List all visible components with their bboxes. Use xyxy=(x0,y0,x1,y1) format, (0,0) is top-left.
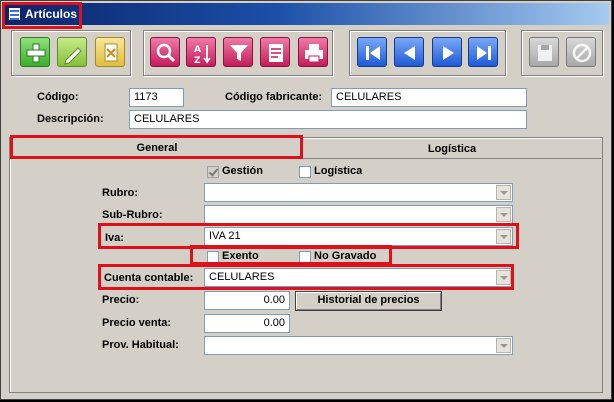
subrubro-select[interactable] xyxy=(204,205,513,224)
print-button[interactable] xyxy=(298,37,328,67)
rubro-label: Rubro: xyxy=(102,187,139,199)
save-button[interactable] xyxy=(529,37,559,67)
plus-icon xyxy=(26,43,46,63)
precio-label: Precio: xyxy=(102,294,140,306)
subrubro-label: Sub-Rubro: xyxy=(102,209,163,221)
last-record-icon xyxy=(477,46,491,60)
report-button[interactable] xyxy=(260,37,290,67)
cancel-disabled-icon xyxy=(572,43,592,63)
iva-select[interactable]: IVA 21 xyxy=(204,227,513,246)
chevron-down-icon[interactable] xyxy=(496,270,511,285)
svg-text:A: A xyxy=(194,45,201,55)
exento-checkbox[interactable] xyxy=(207,251,219,263)
descripcion-label: Descripción: xyxy=(37,113,104,125)
next-record-button[interactable] xyxy=(432,37,462,67)
codigo-fabricante-field[interactable]: CELULARES xyxy=(331,88,527,107)
iva-label: Iva: xyxy=(105,232,124,244)
articulos-window: Artículos AZ Código: 1173 Código fabrica… xyxy=(0,0,612,400)
chevron-down-icon[interactable] xyxy=(496,207,511,222)
logistica-label: Logística xyxy=(314,165,363,177)
precio-field[interactable]: 0.00 xyxy=(204,291,290,310)
rubro-select[interactable] xyxy=(204,183,513,202)
clipboard-icon xyxy=(269,44,283,62)
delete-document-icon xyxy=(104,43,118,62)
cancel-button[interactable] xyxy=(566,37,596,67)
tab-general[interactable]: General xyxy=(13,138,301,158)
title-bar[interactable]: Artículos xyxy=(3,3,609,25)
first-record-button[interactable] xyxy=(357,37,387,67)
previous-record-icon xyxy=(404,46,415,60)
last-record-button[interactable] xyxy=(468,37,498,67)
precio-venta-field[interactable]: 0.00 xyxy=(204,314,290,333)
cuenta-contable-select[interactable]: CELULARES xyxy=(204,268,513,287)
exento-label: Exento xyxy=(222,250,259,262)
svg-text:Z: Z xyxy=(194,56,201,66)
descripcion-field[interactable]: CELULARES xyxy=(129,110,527,129)
codigo-field[interactable]: 1173 xyxy=(129,88,184,107)
sort-az-icon: AZ xyxy=(194,45,211,66)
cuenta-contable-value: CELULARES xyxy=(209,271,275,283)
save-disabled-icon xyxy=(538,45,552,61)
next-record-icon xyxy=(443,46,454,60)
prov-habitual-select[interactable] xyxy=(204,336,513,355)
precio-venta-label: Precio venta: xyxy=(102,317,172,329)
first-record-icon xyxy=(366,46,380,60)
tab-divider xyxy=(301,158,601,159)
printer-icon xyxy=(305,44,323,63)
iva-value: IVA 21 xyxy=(209,230,241,242)
logistica-checkbox[interactable] xyxy=(299,166,311,178)
window-title: Artículos xyxy=(25,7,78,21)
historial-precios-button[interactable]: Historial de precios xyxy=(295,291,442,311)
funnel-icon xyxy=(230,45,248,61)
window-app-icon xyxy=(8,7,21,21)
no-gravado-label: No Gravado xyxy=(314,250,377,262)
edit-button[interactable] xyxy=(57,37,87,67)
previous-record-button[interactable] xyxy=(394,37,424,67)
codigo-fabricante-label: Código fabricante: xyxy=(225,91,323,103)
chevron-down-icon[interactable] xyxy=(496,229,511,244)
pencil-icon xyxy=(64,47,82,65)
gestion-label: Gestión xyxy=(222,165,263,177)
filter-button[interactable] xyxy=(223,37,253,67)
sort-button[interactable]: AZ xyxy=(186,37,216,67)
chevron-down-icon[interactable] xyxy=(496,338,511,353)
delete-button[interactable] xyxy=(95,37,125,67)
prov-habitual-label: Prov. Habitual: xyxy=(102,339,179,351)
search-button[interactable] xyxy=(150,37,180,67)
gestion-checkbox[interactable] xyxy=(207,166,219,178)
chevron-down-icon[interactable] xyxy=(496,185,511,200)
cuenta-contable-label: Cuenta contable: xyxy=(104,272,194,284)
magnifier-icon xyxy=(156,43,176,63)
new-button[interactable] xyxy=(20,37,50,67)
codigo-label: Código: xyxy=(37,91,79,103)
tab-logistica[interactable]: Logística xyxy=(303,139,601,159)
no-gravado-checkbox[interactable] xyxy=(299,251,311,263)
